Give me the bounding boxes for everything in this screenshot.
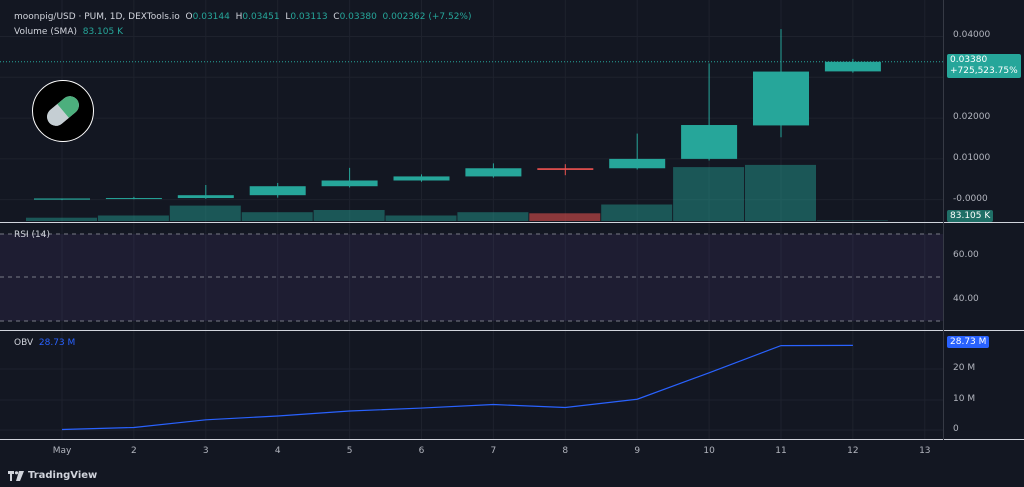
candle-body (34, 198, 90, 200)
high-value: 0.03451 (242, 12, 280, 22)
x-tick-label: 2 (131, 446, 137, 456)
pill-icon (47, 96, 79, 126)
volume-bars (26, 164, 888, 221)
volume-bar (601, 204, 673, 221)
volume-bar (816, 220, 888, 221)
obv-tick-10m: 10 M (953, 394, 976, 404)
tradingview-label: TradingView (28, 470, 98, 481)
x-tick-label: 6 (419, 446, 425, 456)
volume-bar (313, 210, 385, 221)
legend-volume: Volume (SMA) 83.105 K (14, 27, 123, 37)
rsi-tick-60: 60.00 (953, 250, 979, 260)
x-tick-label: 12 (847, 446, 858, 456)
candle-body (393, 176, 450, 181)
tradingview-brand[interactable]: TradingView (8, 470, 97, 481)
candle-body (177, 195, 234, 199)
x-tick-label: 5 (347, 446, 353, 456)
candle-body (824, 61, 881, 72)
price-tick: -0.0000 (953, 193, 988, 204)
legend-ohlc: moonpig/USD · PUM, 1D, DEXTools.io O0.03… (14, 12, 472, 22)
obv-tick-20m: 20 M (953, 363, 976, 373)
x-tick-label: 8 (562, 446, 568, 456)
volume-bar (26, 217, 97, 221)
obv-legend-value: 28.73 M (38, 338, 76, 348)
candle-body (321, 180, 378, 187)
change-value: 0.002362 (+7.52%) (382, 12, 472, 22)
volume-bar (97, 215, 169, 221)
volume-bar (673, 167, 745, 221)
volume-bar (745, 164, 816, 221)
token-logo (32, 80, 94, 142)
low-value: 0.03113 (290, 12, 328, 22)
volume-bar (385, 215, 457, 221)
volume-bar (241, 212, 313, 221)
candle-body (537, 168, 594, 170)
rsi-tick-40: 40.00 (953, 294, 979, 304)
x-tick-label: 13 (919, 446, 930, 456)
x-tick-label: 3 (203, 446, 209, 456)
last-price-change: +725,523.75% (950, 66, 1018, 76)
last-price: 0.03380 (950, 55, 988, 65)
volume-bar (457, 212, 529, 221)
candle-body (609, 158, 666, 169)
x-tick-label: 10 (703, 446, 715, 456)
candle-body (753, 71, 809, 126)
candle-body (681, 125, 738, 159)
volume-bar (169, 205, 241, 221)
x-tick-label: 9 (634, 446, 640, 456)
x-tick-labels: May 2 3 4 5 6 7 8 9 10 11 12 13 (53, 446, 931, 456)
last-price-tag[interactable]: 0.03380 +725,523.75% (947, 54, 1021, 78)
price-tick: 0.04000 (953, 30, 991, 41)
candle-body (249, 186, 306, 196)
obv-label: OBV (14, 338, 34, 348)
obv-line (61, 344, 853, 431)
price-tick: 0.02000 (953, 112, 991, 123)
x-tick-label: 11 (775, 446, 786, 456)
x-tick-label: May (53, 446, 72, 456)
candle-body (105, 198, 162, 200)
volume-label[interactable]: Volume (SMA) (14, 27, 77, 37)
obv-tag[interactable]: 28.73 M (947, 336, 990, 348)
tradingview-logo-icon (8, 470, 24, 481)
volume-value: 83.105 K (82, 27, 123, 37)
obv-legend[interactable]: OBV 28.73 M (14, 338, 75, 348)
symbol-title[interactable]: moonpig/USD · PUM, 1D, DEXTools.io (14, 12, 180, 22)
x-tick-label: 7 (491, 446, 497, 456)
price-tick: 0.01000 (953, 152, 991, 163)
chart-canvas[interactable]: May 2 3 4 5 6 7 8 9 10 11 12 13 (0, 0, 1024, 487)
rsi-label[interactable]: RSI (14) (14, 230, 50, 240)
obv-tick-0: 0 (953, 424, 959, 434)
x-tick-label: 4 (275, 446, 281, 456)
open-value: 0.03144 (192, 12, 230, 22)
volume-bar (529, 213, 601, 221)
candle-body (465, 168, 522, 177)
close-value: 0.03380 (339, 12, 377, 22)
volume-tag[interactable]: 83.105 K (947, 210, 994, 222)
